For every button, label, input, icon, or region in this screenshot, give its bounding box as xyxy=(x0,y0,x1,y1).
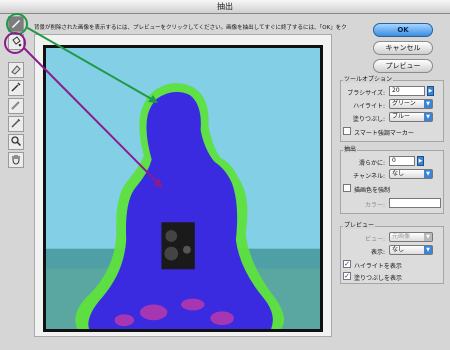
hand-tool[interactable] xyxy=(8,152,24,168)
ok-button[interactable]: OK xyxy=(373,23,433,37)
window-title: 抽出 xyxy=(0,0,450,14)
smooth-slider-button[interactable]: ▶ xyxy=(417,156,424,166)
paint-bucket-icon xyxy=(10,35,22,49)
eyedropper-icon xyxy=(10,81,22,95)
preview-button[interactable]: プレビュー xyxy=(373,59,433,73)
smooth-field[interactable]: 0 xyxy=(389,156,415,166)
cancel-button[interactable]: キャンセル xyxy=(373,41,433,55)
brush-size-field[interactable]: 20 xyxy=(389,86,425,96)
brush-size-slider-button[interactable]: ▶ xyxy=(427,86,434,96)
color-swatch[interactable] xyxy=(389,198,441,208)
dropdown-arrow-icon: ▼ xyxy=(424,246,432,254)
channel-value: なし xyxy=(392,170,405,177)
highlight-label: ハイライト: xyxy=(353,103,385,110)
force-foreground-checkbox[interactable] xyxy=(343,184,351,192)
zoom-tool[interactable] xyxy=(8,134,24,150)
show-fill-checkbox[interactable]: ✓ xyxy=(343,272,351,280)
preview-canvas[interactable] xyxy=(34,34,332,337)
show-highlight-label: ハイライトを表示 xyxy=(354,263,402,270)
smooth-label: 滑らかに: xyxy=(358,160,385,167)
magnifier-icon xyxy=(10,135,22,149)
cleanup-brush-icon xyxy=(10,99,22,113)
highlight-color-value: グリーン xyxy=(392,100,416,107)
dropdown-arrow-icon: ▼ xyxy=(424,170,432,178)
checkmark-icon: ✓ xyxy=(344,260,350,268)
display-select[interactable]: なし ▼ xyxy=(389,245,433,255)
highlight-color-select[interactable]: グリーン ▼ xyxy=(389,99,433,109)
triangle-right-icon: ▶ xyxy=(418,158,423,164)
show-fill-label: 塗りつぶしを表示 xyxy=(354,275,403,282)
checkmark-icon: ✓ xyxy=(344,272,350,280)
triangle-right-icon: ▶ xyxy=(428,88,433,94)
preview-group: プレビュー ビュー: 元画像 ▼ 表示: なし ▼ ✓ ハイライトを表示 ✓ 塗りつ… xyxy=(340,220,444,284)
view-label: ビュー: xyxy=(364,236,385,243)
dropdown-arrow-icon: ▼ xyxy=(424,100,432,108)
cleanup-tool[interactable] xyxy=(8,98,24,114)
tool-options-group: ツールオプション ブラシサイズ: 20 ▶ ハイライト: グリーン ▼ 塗りつぶし… xyxy=(340,74,444,142)
photo-preview[interactable] xyxy=(43,45,323,332)
channel-select[interactable]: なし ▼ xyxy=(389,169,433,179)
edge-highlighter-tool[interactable] xyxy=(8,16,24,32)
view-value: 元画像 xyxy=(392,233,411,240)
show-highlight-checkbox[interactable]: ✓ xyxy=(343,260,351,268)
smart-highlight-checkbox[interactable] xyxy=(343,127,351,135)
eraser-icon xyxy=(10,63,22,77)
fill-color-select[interactable]: ブルー ▼ xyxy=(389,112,433,122)
color-label: カラー: xyxy=(364,202,385,209)
dropdown-arrow-icon: ▼ xyxy=(424,113,432,121)
highlighter-icon xyxy=(10,17,22,31)
instruction-text: 背景が削除された画像を表示するには、プレビューをクリックしてください。画像を抽出… xyxy=(34,25,348,31)
brush-size-label: ブラシサイズ: xyxy=(347,90,385,97)
extraction-group: 抽出 滑らかに: 0 ▶ チャンネル: なし ▼ 描画色を強制 カラー: xyxy=(340,144,444,214)
eyedropper-tool[interactable] xyxy=(8,80,24,96)
fill-color-value: ブルー xyxy=(392,113,411,120)
preview-title: プレビュー xyxy=(343,220,376,229)
eraser-tool[interactable] xyxy=(8,62,24,78)
edge-touchup-tool[interactable] xyxy=(8,116,24,132)
display-label: 表示: xyxy=(370,249,385,256)
extraction-title: 抽出 xyxy=(343,144,358,153)
tool-options-title: ツールオプション xyxy=(343,74,394,83)
display-value: なし xyxy=(392,246,405,253)
dropdown-arrow-icon: ▼ xyxy=(424,233,432,241)
channel-label: チャンネル: xyxy=(353,173,385,180)
smart-highlight-label: スマート強調マーカー xyxy=(354,130,414,137)
hand-icon xyxy=(10,153,22,167)
view-select[interactable]: 元画像 ▼ xyxy=(389,232,433,242)
fill-label: 塗りつぶし: xyxy=(352,116,385,123)
touchup-icon xyxy=(10,117,22,131)
force-foreground-label: 描画色を強制 xyxy=(354,187,391,194)
fill-tool[interactable] xyxy=(8,34,24,50)
